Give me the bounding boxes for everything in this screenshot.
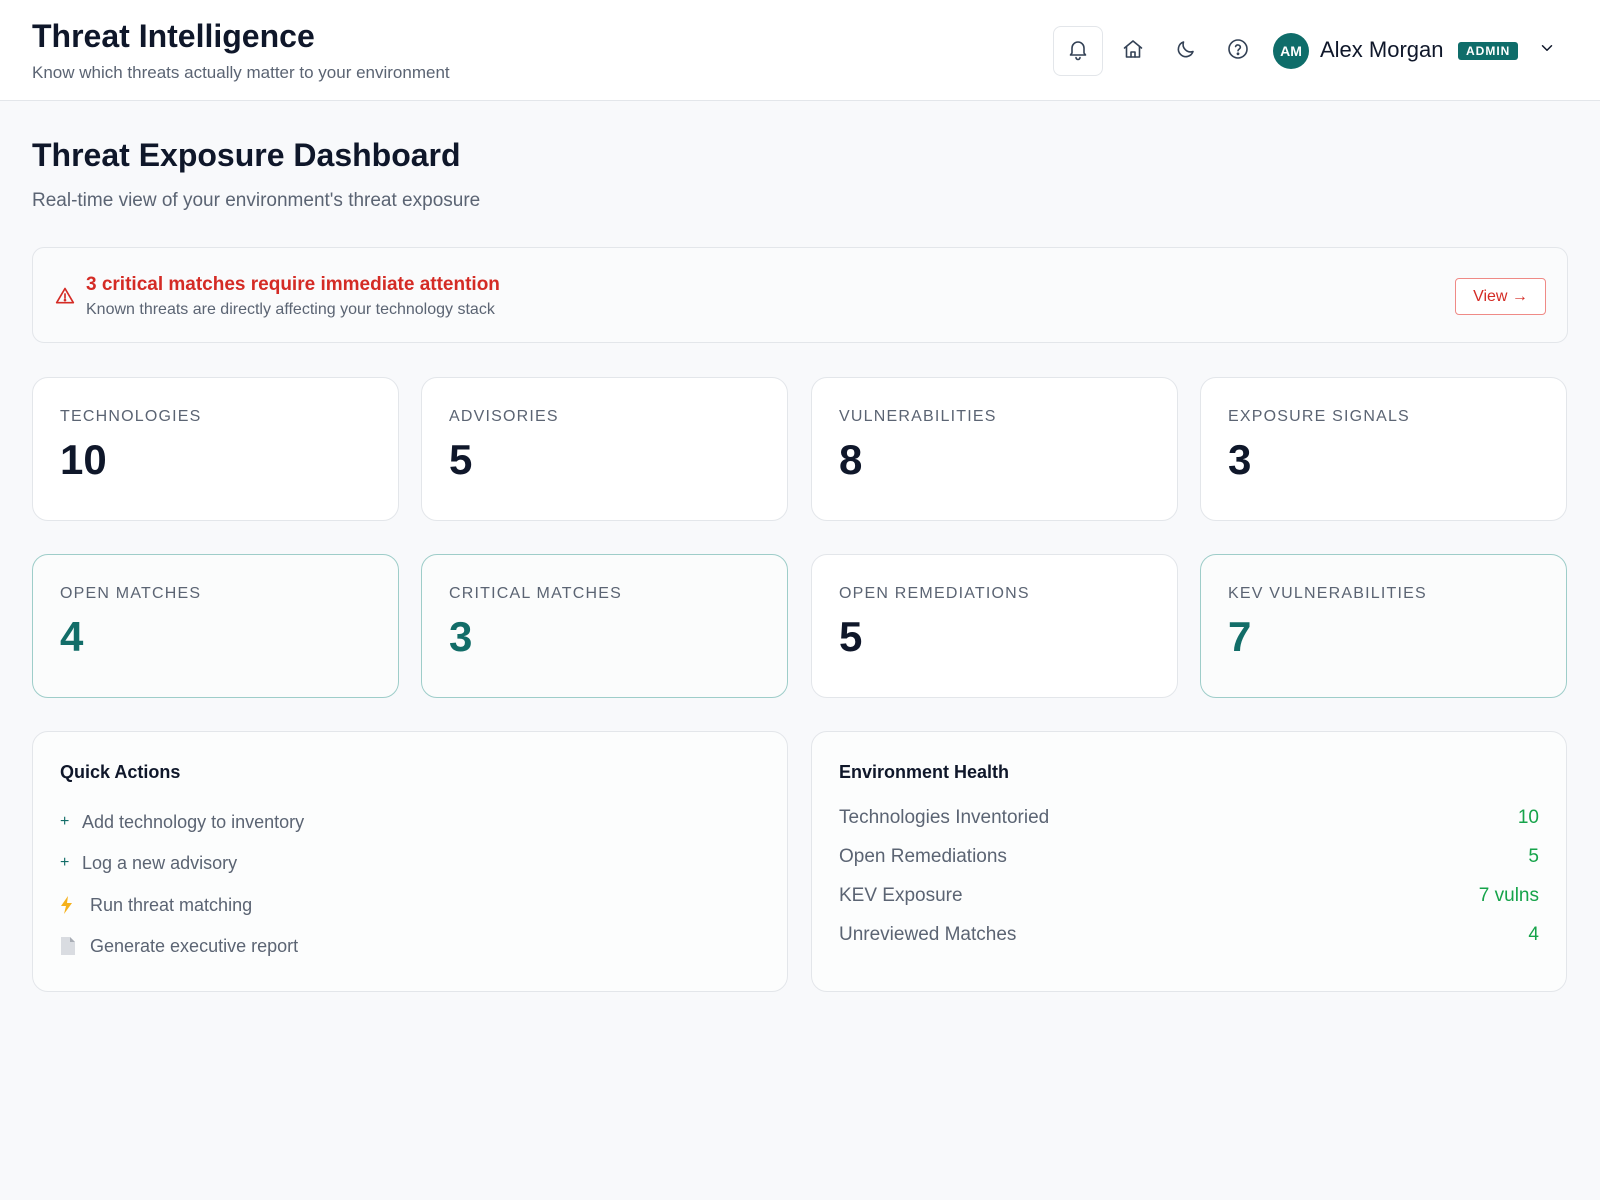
page-title: Threat Exposure Dashboard	[32, 137, 461, 173]
action-label: Generate executive report	[90, 935, 299, 956]
stat-label: TECHNOLOGIES	[60, 408, 202, 425]
document-icon	[60, 937, 90, 955]
health-label: KEV Exposure	[839, 885, 963, 906]
user-menu-toggle[interactable]	[1536, 39, 1558, 61]
view-critical-matches-button[interactable]: View →	[1455, 278, 1546, 315]
environment-health-panel: Environment Health Technologies Inventor…	[811, 731, 1567, 992]
action-label: Log a new advisory	[82, 852, 238, 873]
help-icon	[1226, 37, 1250, 66]
stat-value: 5	[839, 613, 863, 660]
stat-label: OPEN REMEDIATIONS	[839, 585, 1030, 602]
health-label: Open Remediations	[839, 846, 1007, 867]
health-value: 10	[1517, 807, 1539, 828]
stat-label: EXPOSURE SIGNALS	[1228, 408, 1410, 425]
stat-value: 10	[60, 436, 107, 483]
moon-icon	[1174, 37, 1198, 66]
health-row: KEV Exposure 7 vulns	[839, 884, 1539, 908]
plus-icon: +	[60, 854, 70, 871]
stat-card-critical-matches[interactable]: CRITICAL MATCHES 3	[421, 554, 788, 698]
stat-card-advisories[interactable]: ADVISORIES 5	[421, 377, 788, 521]
app-title: Threat Intelligence	[32, 18, 315, 54]
stat-card-kev-vulnerabilities[interactable]: KEV VULNERABILITIES 7	[1200, 554, 1567, 698]
app-subtitle: Know which threats actually matter to yo…	[32, 63, 450, 82]
theme-toggle-button[interactable]	[1172, 37, 1200, 65]
bell-icon	[1066, 37, 1090, 66]
stat-value: 3	[1228, 436, 1252, 483]
alert-title: 3 critical matches require immediate att…	[86, 274, 500, 295]
generate-report-action[interactable]: Generate executive report	[60, 934, 298, 958]
health-value: 5	[1528, 846, 1539, 867]
health-row: Open Remediations 5	[839, 845, 1539, 869]
health-row: Unreviewed Matches 4	[839, 923, 1539, 947]
health-row: Technologies Inventoried 10	[839, 806, 1539, 830]
avatar[interactable]: AM	[1273, 33, 1309, 69]
panel-title: Quick Actions	[60, 762, 181, 782]
chevron-down-icon	[1538, 39, 1556, 62]
home-button[interactable]	[1119, 37, 1147, 65]
stat-label: OPEN MATCHES	[60, 585, 202, 602]
health-value: 4	[1528, 924, 1539, 945]
stat-card-exposure-signals[interactable]: EXPOSURE SIGNALS 3	[1200, 377, 1567, 521]
stat-label: CRITICAL MATCHES	[449, 585, 622, 602]
critical-alert-banner: 3 critical matches require immediate att…	[32, 247, 1568, 343]
add-technology-action[interactable]: + Add technology to inventory	[60, 810, 304, 834]
user-name[interactable]: Alex Morgan	[1320, 37, 1444, 63]
notifications-button[interactable]	[1053, 26, 1103, 76]
page-subtitle: Real-time view of your environment's thr…	[32, 190, 481, 211]
stat-card-open-remediations[interactable]: OPEN REMEDIATIONS 5	[811, 554, 1178, 698]
action-label: Run threat matching	[90, 894, 253, 915]
health-value: 7 vulns	[1478, 885, 1539, 906]
quick-actions-panel: Quick Actions + Add technology to invent…	[32, 731, 788, 992]
stat-value: 5	[449, 436, 473, 483]
stat-card-technologies[interactable]: TECHNOLOGIES 10	[32, 377, 399, 521]
alert-message: Known threats are directly affecting you…	[86, 301, 495, 318]
help-button[interactable]	[1224, 37, 1252, 65]
action-label: Add technology to inventory	[82, 811, 305, 832]
run-threat-matching-action[interactable]: Run threat matching	[60, 893, 252, 917]
role-badge: ADMIN	[1458, 42, 1519, 60]
stat-card-vulnerabilities[interactable]: VULNERABILITIES 8	[811, 377, 1178, 521]
stat-label: KEV VULNERABILITIES	[1228, 585, 1427, 602]
plus-icon: +	[60, 813, 70, 830]
stat-label: ADVISORIES	[449, 408, 559, 425]
warning-icon	[55, 286, 75, 306]
top-header: Threat Intelligence Know which threats a…	[0, 0, 1600, 101]
lightning-icon	[60, 896, 90, 914]
health-label: Technologies Inventoried	[839, 807, 1050, 828]
home-icon	[1121, 37, 1145, 66]
stat-value: 7	[1228, 613, 1252, 660]
stat-value: 8	[839, 436, 863, 483]
stat-value: 4	[60, 613, 84, 660]
stat-value: 3	[449, 613, 473, 660]
stat-card-open-matches[interactable]: OPEN MATCHES 4	[32, 554, 399, 698]
log-advisory-action[interactable]: + Log a new advisory	[60, 851, 237, 875]
stat-label: VULNERABILITIES	[839, 408, 997, 425]
health-label: Unreviewed Matches	[839, 924, 1017, 945]
panel-title: Environment Health	[839, 762, 1010, 782]
